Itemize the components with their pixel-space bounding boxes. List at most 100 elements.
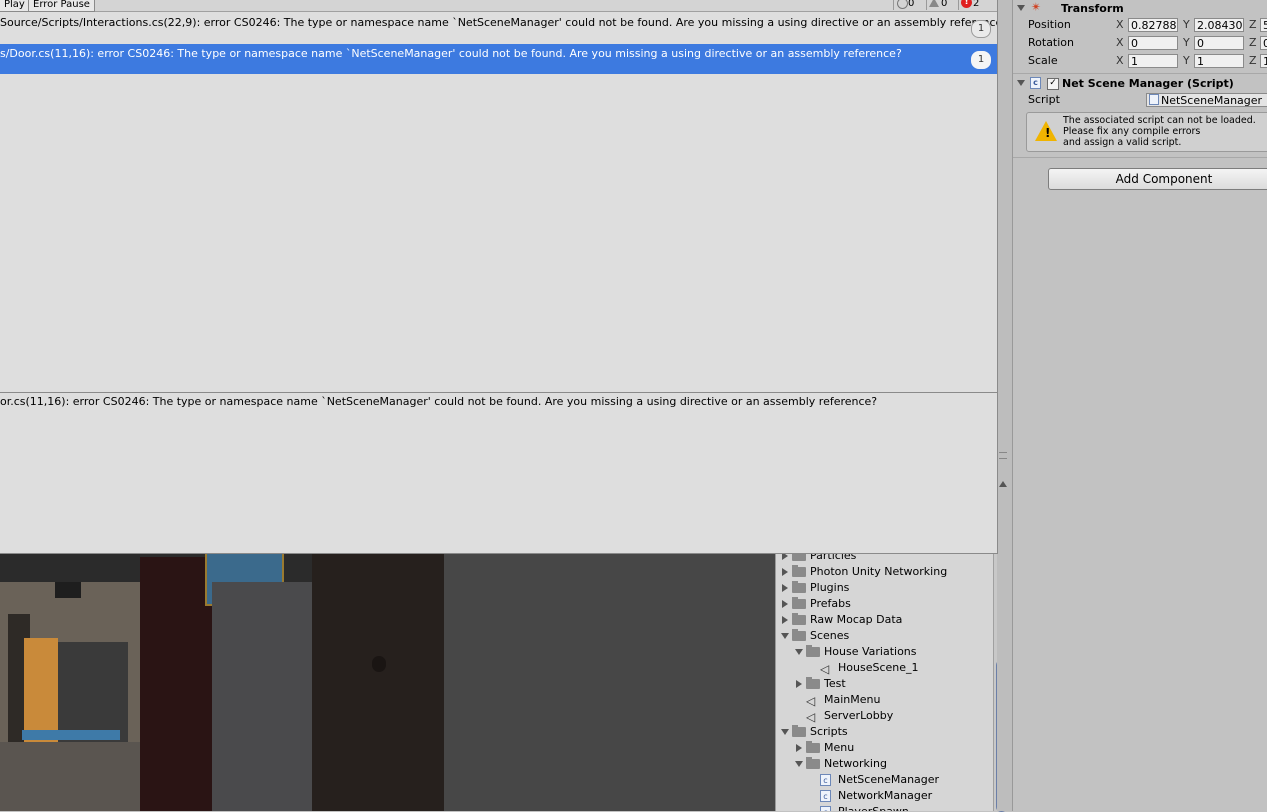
- project-item-scripts[interactable]: Scripts: [776, 724, 1009, 740]
- folder-icon: [792, 597, 806, 609]
- expanded-arrow-icon[interactable]: [795, 649, 803, 655]
- project-panel: Particles Photon Unity Networking Plugins P…: [775, 548, 1009, 811]
- collapsed-arrow-icon[interactable]: [796, 680, 802, 688]
- collapsed-arrow-icon[interactable]: [782, 600, 788, 608]
- rotation-z-axis: Z: [1249, 36, 1257, 49]
- error-pause-play-button[interactable]: Play: [0, 0, 30, 12]
- warning-message: The associated script can not be loaded.…: [1063, 115, 1256, 148]
- script-object-field[interactable]: NetSceneManager: [1146, 93, 1267, 107]
- csharp-script-icon: c: [820, 806, 831, 811]
- project-item-test[interactable]: Test: [776, 676, 1009, 692]
- log-details[interactable]: or.cs(11,16): error CS0246: The type or …: [0, 395, 997, 411]
- inspector-panel: ✴ Transform Position X 0.82788 Y 2.08430…: [1012, 0, 1267, 811]
- project-item-photon-unity-networking[interactable]: Photon Unity Networking: [776, 564, 1009, 580]
- log-entry-text: Source/Scripts/Interactions.cs(22,9): er…: [0, 16, 998, 29]
- log-entry-count-badge: 1: [971, 20, 991, 38]
- log-details-text: or.cs(11,16): error CS0246: The type or …: [0, 395, 878, 408]
- project-item-label: Scenes: [810, 629, 850, 642]
- expanded-arrow-icon[interactable]: [795, 761, 803, 767]
- inspector-divider: [1013, 157, 1267, 158]
- project-item-menu[interactable]: Menu: [776, 740, 1009, 756]
- position-y-field[interactable]: 2.08430: [1194, 18, 1244, 32]
- folder-icon: [806, 645, 820, 657]
- scale-x-field[interactable]: 1: [1128, 54, 1178, 68]
- project-item-house-variations[interactable]: House Variations: [776, 644, 1009, 660]
- project-item-label: Networking: [824, 757, 887, 770]
- project-item-label: House Variations: [824, 645, 917, 658]
- log-count-toggle[interactable]: 0: [893, 0, 914, 10]
- position-x-field[interactable]: 0.82788: [1128, 18, 1178, 32]
- position-z-field[interactable]: 5: [1260, 18, 1267, 32]
- project-item-label: Test: [824, 677, 846, 690]
- scale-y-field[interactable]: 1: [1194, 54, 1244, 68]
- transform-header[interactable]: ✴ Transform: [1013, 0, 1267, 17]
- console-window: Play Error Pause 0 0 ! 2 Source/Scripts/…: [0, 0, 998, 554]
- scale-x-axis: X: [1116, 54, 1124, 67]
- project-item-scenes[interactable]: Scenes: [776, 628, 1009, 644]
- component-enabled-checkbox[interactable]: ✓: [1047, 78, 1059, 90]
- project-item-plugins[interactable]: Plugins: [776, 580, 1009, 596]
- foldout-arrow-icon[interactable]: [1017, 5, 1025, 11]
- project-item-playerspawn[interactable]: c PlayerSpawn: [776, 804, 1009, 811]
- warning-icon-mark: !: [1045, 126, 1051, 140]
- project-item-label: PlayerSpawn: [838, 804, 909, 811]
- scale-z-axis: Z: [1249, 54, 1257, 67]
- project-item-serverlobby[interactable]: ◁ ServerLobby: [776, 708, 1009, 724]
- add-component-button[interactable]: Add Component: [1048, 168, 1267, 190]
- component-header[interactable]: c ✓ Net Scene Manager (Script): [1013, 75, 1267, 92]
- log-entry-selected[interactable]: s/Door.cs(11,16): error CS0246: The type…: [0, 44, 997, 74]
- collapsed-arrow-icon[interactable]: [782, 584, 788, 592]
- info-icon: [897, 0, 908, 9]
- collapsed-arrow-icon[interactable]: [796, 744, 802, 752]
- folder-icon: [792, 581, 806, 593]
- project-item-label: Raw Mocap Data: [810, 613, 903, 626]
- expanded-arrow-icon[interactable]: [781, 633, 789, 639]
- unity-scene-icon: ◁: [806, 710, 816, 724]
- csharp-script-icon: c: [820, 774, 831, 786]
- position-label: Position: [1028, 18, 1071, 31]
- project-item-label: Scripts: [810, 725, 848, 738]
- scale-z-field[interactable]: 1: [1260, 54, 1267, 68]
- rotation-y-field[interactable]: 0: [1194, 36, 1244, 50]
- project-item-mainmenu[interactable]: ◁ MainMenu: [776, 692, 1009, 708]
- error-icon: !: [961, 0, 972, 8]
- rotation-x-axis: X: [1116, 36, 1124, 49]
- log-entry-count-badge: 1: [971, 51, 991, 69]
- component-divider: [1013, 73, 1267, 74]
- position-y-axis: Y: [1183, 18, 1190, 31]
- project-item-label: Prefabs: [810, 597, 851, 610]
- folder-icon: [806, 677, 820, 689]
- script-label: Script: [1028, 93, 1060, 106]
- project-item-networkmanager[interactable]: c NetworkManager: [776, 788, 1009, 804]
- rotation-z-field[interactable]: 0: [1260, 36, 1267, 50]
- warning-count-toggle[interactable]: 0: [926, 0, 947, 10]
- project-item-raw-mocap-data[interactable]: Raw Mocap Data: [776, 612, 1009, 628]
- project-item-label: NetSceneManager: [838, 773, 940, 786]
- foldout-arrow-icon[interactable]: [1017, 80, 1025, 86]
- error-pause-button[interactable]: Error Pause: [28, 0, 95, 12]
- log-entry[interactable]: Source/Scripts/Interactions.cs(22,9): er…: [0, 12, 997, 42]
- inspector-splitter[interactable]: [997, 0, 1012, 811]
- expanded-arrow-icon[interactable]: [781, 729, 789, 735]
- collapsed-arrow-icon[interactable]: [782, 616, 788, 624]
- rotation-x-field[interactable]: 0: [1128, 36, 1178, 50]
- script-row: Script NetSceneManager: [1028, 91, 1267, 109]
- warning-icon: [929, 0, 939, 7]
- scene-view[interactable]: [0, 552, 775, 811]
- door-knob: [372, 656, 386, 672]
- warning-helpbox: ! The associated script can not be loade…: [1026, 112, 1267, 152]
- console-toolbar: Play Error Pause 0 0 ! 2: [0, 0, 997, 12]
- project-item-label: HouseScene_1: [838, 661, 919, 674]
- collapsed-arrow-icon[interactable]: [782, 568, 788, 576]
- transform-title: Transform: [1061, 2, 1124, 15]
- hall-kitchen: [58, 642, 128, 742]
- error-count-toggle[interactable]: ! 2: [958, 0, 979, 10]
- splitter-scroll-up-icon[interactable]: [999, 481, 1007, 487]
- project-item-netscenemanager[interactable]: c NetSceneManager: [776, 772, 1009, 788]
- warning-count: 0: [941, 0, 948, 9]
- project-item-prefabs[interactable]: Prefabs: [776, 596, 1009, 612]
- project-item-housescene-1[interactable]: ◁ HouseScene_1: [776, 660, 1009, 676]
- project-item-label: Menu: [824, 741, 855, 754]
- project-item-networking[interactable]: Networking: [776, 756, 1009, 772]
- console-details-splitter[interactable]: [0, 392, 997, 393]
